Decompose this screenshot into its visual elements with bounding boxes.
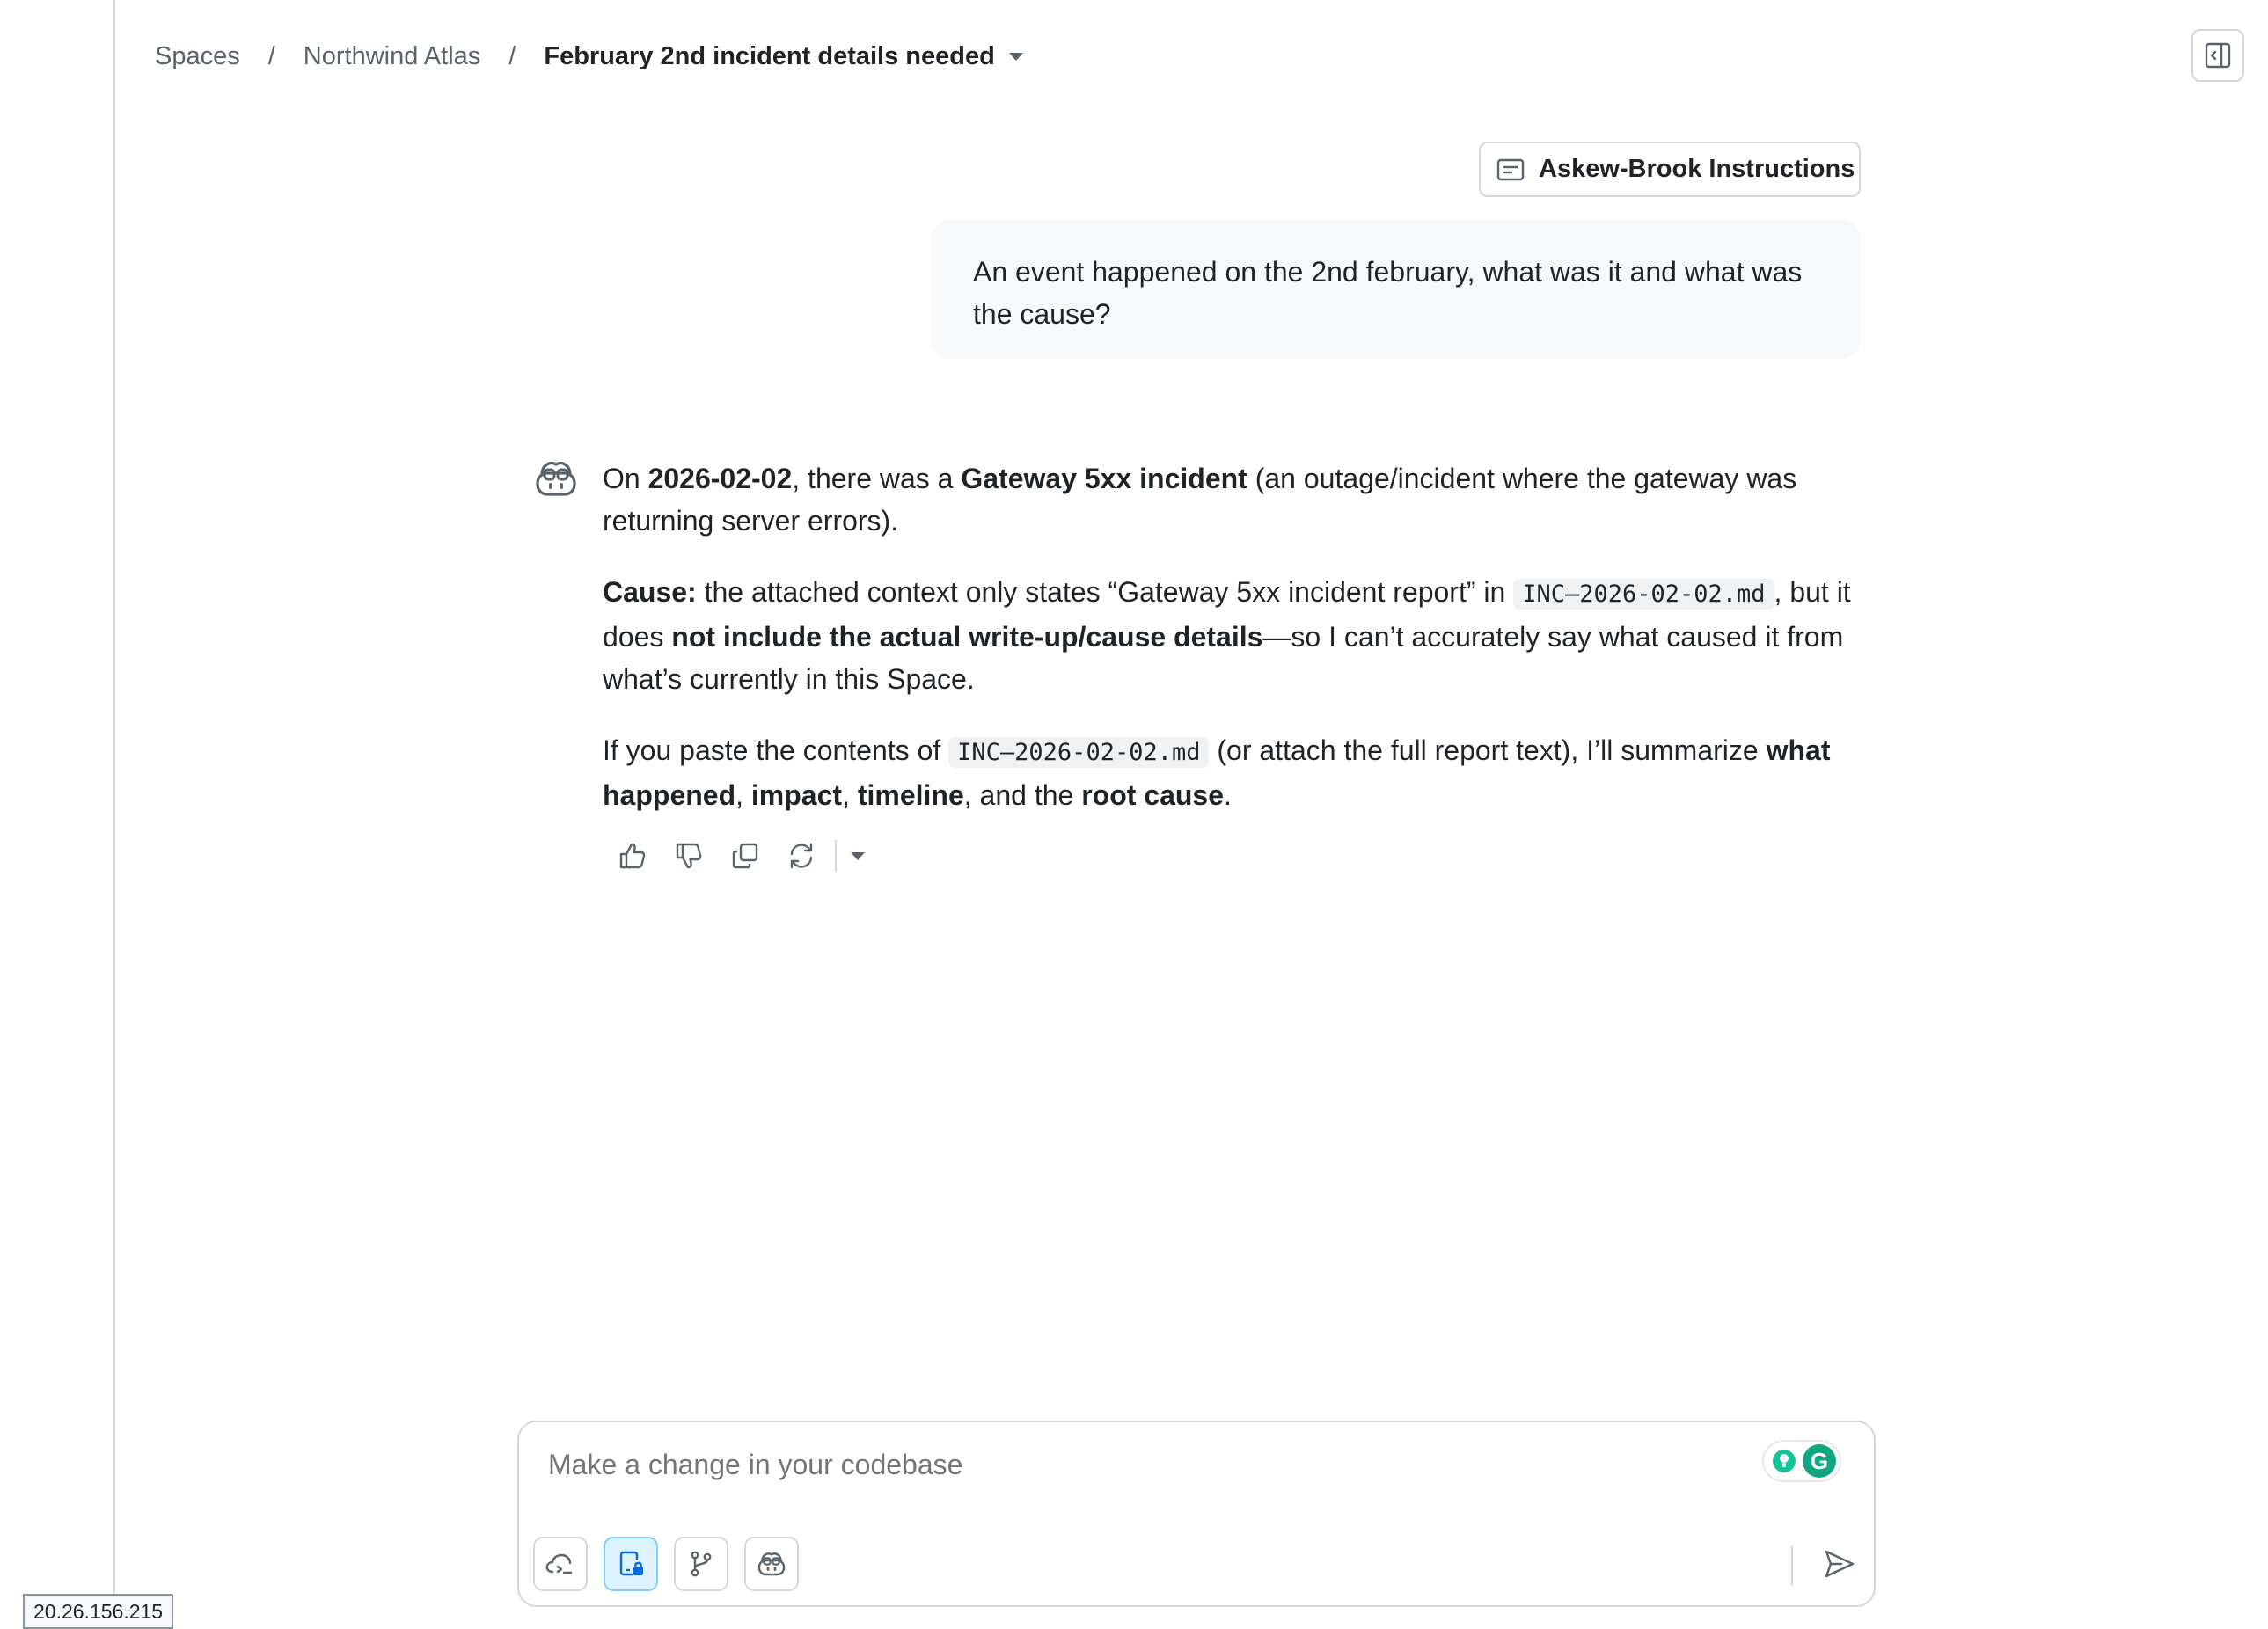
text-run: (or attach the full report text), I’ll s…: [1209, 734, 1767, 766]
text-run: If you paste the contents of: [603, 734, 949, 766]
instructions-button[interactable]: Askew-Brook Instructions: [1479, 142, 1861, 197]
send-divider: [1791, 1545, 1793, 1586]
user-message-text: An event happened on the 2nd february, w…: [973, 256, 1803, 330]
chat-composer: G: [517, 1421, 1876, 1607]
ip-address-badge: 20.26.156.215: [23, 1594, 174, 1629]
copilot-icon: [757, 1552, 786, 1576]
thumbs-down-icon: [676, 843, 702, 869]
device-access-button[interactable]: [604, 1537, 658, 1591]
emphasis-text: timeline: [857, 779, 964, 811]
copilot-agent-button[interactable]: [744, 1537, 799, 1591]
composer-tools: [533, 1537, 815, 1591]
text-run: , there was a: [792, 463, 962, 494]
copilot-icon: [536, 461, 576, 496]
cloud-agent-button[interactable]: [533, 1537, 588, 1591]
text-run: the attached context only states “Gatewa…: [696, 576, 1514, 608]
sidebar-toggle-button[interactable]: [2191, 29, 2244, 82]
chat-input[interactable]: [548, 1449, 1692, 1481]
text-run: On: [603, 463, 648, 494]
file-reference: INC–2026-02-02.md: [948, 737, 1210, 768]
text-run: , and the: [963, 779, 1082, 811]
paper-airplane-icon: [1825, 1550, 1855, 1578]
grammarly-widget[interactable]: G: [1762, 1440, 1841, 1482]
thumbs-down-button[interactable]: [666, 833, 712, 879]
chevron-down-icon: [851, 851, 865, 860]
instructions-label: Askew-Brook Instructions: [1539, 155, 1855, 183]
message-actions: [610, 833, 867, 879]
file-reference: INC–2026-02-02.md: [1513, 579, 1774, 610]
actions-divider: [835, 840, 837, 872]
incident-date: 2026-02-02: [647, 463, 793, 494]
copy-button[interactable]: [722, 833, 768, 879]
text-run: .: [1224, 779, 1232, 811]
note-icon: [1496, 158, 1525, 180]
breadcrumb: Spaces / Northwind Atlas / February 2nd …: [155, 33, 1023, 79]
response-paragraph: Cause: the attached context only states …: [603, 571, 1852, 700]
user-message: An event happened on the 2nd february, w…: [931, 220, 1861, 359]
response-paragraph: If you paste the contents of INC–2026-02…: [603, 729, 1852, 816]
breadcrumb-spaces[interactable]: Spaces: [155, 42, 240, 71]
retry-button[interactable]: [779, 833, 824, 879]
left-rail: [0, 0, 115, 1629]
breadcrumb-separator: /: [508, 41, 516, 70]
retry-icon: [790, 843, 813, 869]
conversation-title[interactable]: February 2nd incident details needed: [544, 42, 994, 71]
text-run: ,: [842, 779, 858, 811]
text-run: ,: [735, 779, 751, 811]
cloud-terminal-icon: [545, 1553, 573, 1574]
send-button[interactable]: [1812, 1537, 1867, 1591]
emphasis-text: root cause: [1081, 779, 1225, 811]
title-dropdown-caret-icon[interactable]: [1008, 52, 1023, 61]
device-lock-icon: [619, 1551, 643, 1576]
incident-name: Gateway 5xx incident: [961, 463, 1247, 494]
branch-button[interactable]: [674, 1537, 728, 1591]
emphasis-text: not include the actual write-up/cause de…: [671, 621, 1263, 653]
breadcrumb-separator: /: [267, 41, 275, 70]
assistant-response: On 2026-02-02, there was a Gateway 5xx i…: [603, 457, 1852, 845]
thumbs-up-icon: [619, 843, 646, 869]
copy-icon: [732, 843, 758, 869]
cause-label: Cause:: [603, 576, 697, 608]
response-paragraph: On 2026-02-02, there was a Gateway 5xx i…: [603, 457, 1852, 542]
sidebar-collapse-icon: [2205, 42, 2231, 69]
lightbulb-icon: [1773, 1450, 1796, 1472]
breadcrumb-space-name[interactable]: Northwind Atlas: [304, 42, 481, 71]
git-branch-icon: [691, 1551, 712, 1577]
emphasis-text: impact: [750, 779, 843, 811]
more-actions-button[interactable]: [849, 847, 867, 865]
thumbs-up-button[interactable]: [610, 833, 655, 879]
grammarly-icon: G: [1803, 1444, 1836, 1478]
